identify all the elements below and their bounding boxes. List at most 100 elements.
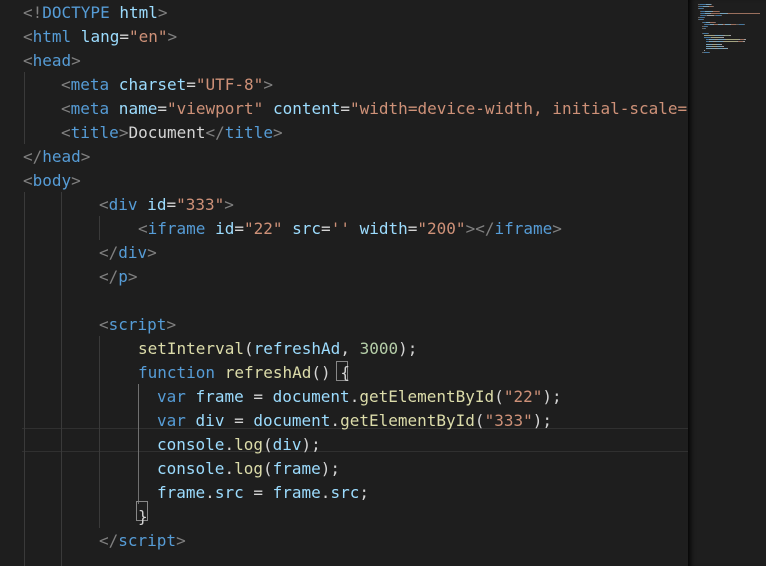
- code-line[interactable]: </head>: [23, 145, 90, 169]
- minimap-token: [744, 23, 745, 25]
- indent-guide: [99, 216, 100, 240]
- indent-guide: [24, 72, 25, 144]
- code-token: '': [330, 219, 350, 238]
- code-line[interactable]: console.log(div);: [157, 433, 321, 457]
- code-line[interactable]: var frame = document.getElementById("22"…: [157, 385, 562, 409]
- code-line[interactable]: <meta charset="UTF-8">: [61, 73, 273, 97]
- code-token: document: [272, 387, 350, 406]
- code-token: <: [138, 219, 148, 238]
- code-token: =: [321, 219, 331, 238]
- code-token: head: [32, 51, 72, 70]
- code-token: >: [176, 531, 186, 550]
- code-token: var: [157, 387, 186, 406]
- code-line[interactable]: frame.src = frame.src;: [157, 481, 369, 505]
- code-token: >: [71, 171, 81, 190]
- code-line[interactable]: <head>: [23, 49, 81, 73]
- code-token: <: [23, 27, 33, 46]
- minimap-token: [720, 43, 722, 45]
- code-token: html: [32, 27, 72, 46]
- code-token: <: [23, 171, 33, 190]
- code-token: (): [311, 363, 341, 382]
- code-token: <: [61, 99, 71, 118]
- code-token: div: [118, 243, 148, 262]
- code-line[interactable]: <script>: [99, 313, 176, 337]
- code-token: 3000: [359, 339, 399, 358]
- code-token: html: [109, 3, 158, 22]
- code-line[interactable]: setInterval(refreshAd, 3000);: [138, 337, 417, 361]
- code-token: </: [23, 147, 43, 166]
- code-line[interactable]: <!DOCTYPE html>: [23, 1, 168, 25]
- code-line[interactable]: <body>: [23, 169, 81, 193]
- code-token: refreshAd: [253, 339, 341, 358]
- minimap-token: [707, 15, 714, 16]
- code-token: .: [224, 435, 235, 454]
- minimap-token: [722, 45, 724, 47]
- code-token: div: [195, 411, 225, 430]
- code-line[interactable]: function refreshAd() {: [138, 361, 350, 385]
- code-token: );: [542, 387, 562, 406]
- code-line[interactable]: console.log(frame);: [157, 457, 340, 481]
- code-token: head: [42, 147, 81, 166]
- minimap-token: [721, 15, 722, 16]
- code-token: frame: [157, 483, 206, 502]
- code-token: </: [205, 123, 225, 142]
- code-token: =: [224, 411, 254, 430]
- code-token: );: [398, 339, 418, 358]
- code-token: .: [205, 483, 215, 502]
- code-editor[interactable]: <!DOCTYPE html> <html lang="en"> <head> <me…: [0, 0, 688, 566]
- code-token: document: [253, 411, 331, 430]
- code-line[interactable]: </div>: [99, 241, 157, 265]
- code-token: log: [234, 459, 263, 478]
- code-line[interactable]: }: [138, 505, 148, 529]
- code-token: charset: [109, 75, 187, 94]
- code-token: "22": [503, 387, 543, 406]
- minimap[interactable]: [688, 0, 766, 566]
- code-token: >: [71, 51, 81, 70]
- code-line[interactable]: var div = document.getElementById("333")…: [157, 409, 552, 433]
- code-token: frame: [272, 459, 321, 478]
- code-line[interactable]: </p>: [99, 265, 138, 289]
- code-token: "200": [417, 219, 466, 238]
- code-token: setInterval: [138, 339, 244, 358]
- code-token: </: [99, 267, 119, 286]
- code-token: {: [340, 363, 350, 382]
- code-token: =: [407, 219, 418, 238]
- minimap-token: [712, 37, 720, 38]
- minimap-token: [726, 39, 739, 41]
- code-token: >: [166, 315, 177, 334]
- code-token: "333": [176, 195, 225, 214]
- code-token: frame: [272, 483, 321, 502]
- minimap-token: [715, 34, 723, 36]
- code-token: =: [243, 387, 273, 406]
- minimap-token: [711, 4, 712, 5]
- code-token: (: [474, 411, 485, 430]
- minimap-token: [728, 12, 760, 14]
- minimap-token: [716, 41, 723, 43]
- code-token: >: [157, 3, 168, 22]
- code-token: script: [108, 315, 167, 334]
- code-token: src: [330, 483, 360, 502]
- code-line[interactable]: <div id="333">: [99, 193, 234, 217]
- minimap-token: [719, 10, 720, 12]
- code-line[interactable]: <iframe id="22" src='' width="200"></ifr…: [138, 217, 562, 241]
- code-token: );: [301, 435, 321, 454]
- code-token: >: [167, 27, 178, 46]
- code-token: =: [166, 195, 177, 214]
- code-line[interactable]: <html lang="en">: [23, 25, 177, 49]
- code-line[interactable]: </script>: [99, 529, 186, 553]
- minimap-token: [727, 48, 728, 49]
- minimap-token: [703, 19, 704, 21]
- code-token: <: [61, 75, 71, 94]
- code-line[interactable]: <title>Document</title>: [61, 121, 283, 145]
- indent-guide: [61, 192, 62, 566]
- code-token: var: [157, 411, 186, 430]
- code-token: );: [532, 411, 552, 430]
- minimap-token: [713, 6, 714, 8]
- minimap-token: [720, 12, 727, 14]
- code-token: lang: [71, 27, 120, 46]
- minimap-token: [723, 37, 724, 38]
- code-token: getElementById: [340, 411, 475, 430]
- code-line[interactable]: <meta name="viewport" content="width=dev…: [61, 97, 688, 121]
- code-token: <: [61, 123, 71, 142]
- code-token: p: [118, 267, 128, 286]
